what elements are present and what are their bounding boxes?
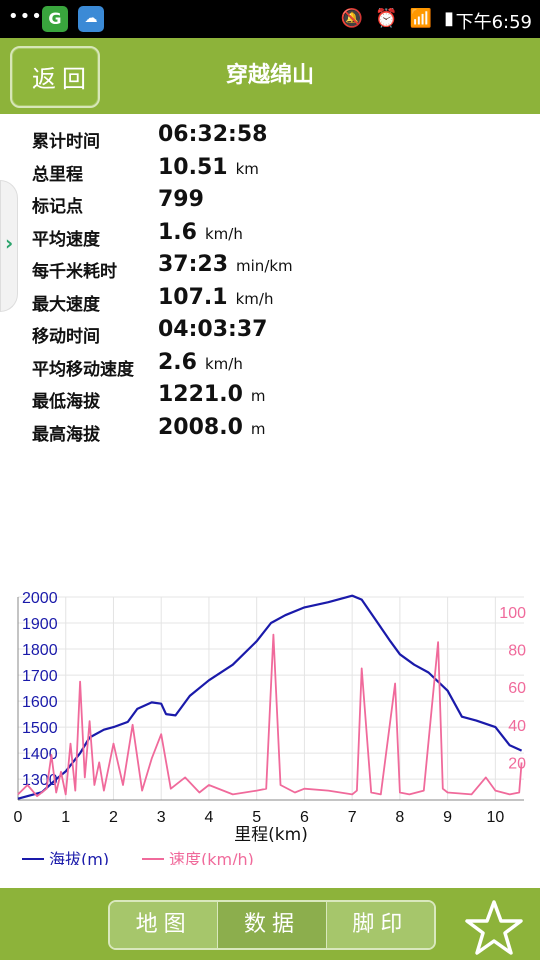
stat-value: 37:23 min/km	[158, 252, 293, 277]
back-button-label: 返回	[32, 65, 92, 93]
y-left-tick-label: 1900	[22, 616, 58, 633]
y-right-tick-label: 80	[508, 643, 526, 660]
x-tick-label: 1	[61, 809, 70, 826]
y-right-tick-label: 60	[508, 680, 526, 697]
stat-value: 1.6 km/h	[158, 219, 243, 245]
stat-value: 2008.0 m	[158, 414, 266, 440]
stat-value: 04:03:37	[158, 317, 268, 342]
status-bar: ••• G ☁ 🔕 ⏰ 📶 ▮ 下午6:59	[0, 0, 540, 38]
stat-row: 移动时间 04:03:37	[30, 315, 430, 347]
stat-label: 总里程	[32, 164, 83, 185]
legend-label: 速度(km/h)	[169, 850, 254, 865]
bottom-bar: 地图 数据 脚印	[0, 888, 540, 960]
side-drawer-handle[interactable]: ›	[0, 180, 18, 312]
stat-label: 最高海拔	[32, 424, 100, 445]
stat-value: 107.1 km/h	[158, 284, 274, 310]
x-tick-label: 7	[348, 809, 357, 826]
x-tick-label: 9	[443, 809, 452, 826]
y-left-tick-label: 2000	[22, 590, 58, 607]
system-icons: 🔕 ⏰ 📶 ▮	[341, 8, 454, 29]
stat-row: 最高海拔 2008.0 m	[30, 413, 430, 445]
stat-label: 标记点	[32, 197, 83, 217]
stat-value: 06:32:58	[158, 122, 268, 147]
chevron-right-icon: ›	[5, 231, 14, 255]
y-right-tick-label: 100	[499, 605, 526, 622]
x-tick-label: 8	[395, 809, 404, 826]
tab-footprint[interactable]: 脚印	[326, 902, 434, 948]
x-axis-label: 里程(km)	[234, 825, 308, 845]
tab-bar: 地图 数据 脚印	[108, 900, 436, 950]
app-header: 穿越绵山 返回	[0, 38, 540, 114]
stat-value: 2.6 km/h	[158, 349, 243, 375]
x-tick-label: 2	[109, 809, 118, 826]
y-right-tick-label: 40	[508, 718, 526, 735]
y-left-tick-label: 1500	[22, 720, 58, 737]
stat-label: 平均速度	[32, 229, 100, 250]
stat-label: 最低海拔	[32, 392, 100, 412]
back-button[interactable]: 返回	[10, 46, 100, 108]
star-favorite-icon[interactable]	[464, 898, 524, 958]
stat-row: 每千米耗时 37:23 min/km	[30, 250, 430, 282]
tab-map[interactable]: 地图	[110, 902, 219, 948]
x-tick-label: 5	[252, 809, 261, 826]
stat-label: 平均移动速度	[32, 359, 134, 380]
stat-row: 平均移动速度 2.6 km/h	[30, 348, 430, 380]
more-notifications-icon: •••	[8, 6, 43, 27]
stat-row: 最大速度 107.1 km/h	[30, 283, 430, 315]
battery-icon: ▮	[444, 8, 454, 29]
legend-label: 海拔(m)	[49, 850, 109, 865]
stat-value: 799	[158, 187, 204, 212]
x-tick-label: 10	[486, 809, 504, 826]
app-notification-icon: G	[42, 6, 68, 32]
alarm-icon: ⏰	[375, 8, 398, 29]
clock: 下午6:59	[455, 12, 532, 33]
stat-label: 最大速度	[32, 294, 100, 315]
stat-row: 最低海拔 1221.0 m	[30, 380, 430, 412]
x-tick-label: 0	[14, 809, 23, 826]
weather-notification-icon: ☁	[78, 6, 104, 32]
stat-value: 10.51 km	[158, 154, 259, 180]
stat-row: 平均速度 1.6 km/h	[30, 218, 430, 250]
x-tick-label: 6	[300, 809, 309, 826]
y-left-tick-label: 1600	[22, 694, 58, 711]
mute-icon: 🔕	[340, 8, 364, 29]
wifi-icon: 📶	[409, 8, 433, 29]
stat-row: 累计时间 06:32:58	[30, 120, 430, 152]
stat-value: 1221.0 m	[158, 382, 266, 407]
y-left-tick-label: 1800	[22, 642, 58, 659]
elevation-speed-chart: 0 1 2 3 4 5 6 7 8 9 101300140015001600170018001900…	[14, 590, 527, 865]
x-tick-label: 4	[204, 809, 213, 826]
stat-row: 总里程 10.51 km	[30, 153, 430, 185]
tab-data[interactable]: 数据	[218, 902, 327, 948]
stat-label: 每千米耗时	[32, 262, 117, 282]
y-left-tick-label: 1700	[22, 668, 58, 685]
stat-label: 累计时间	[32, 132, 100, 152]
stat-row: 标记点 799	[30, 185, 430, 217]
stat-label: 移动时间	[32, 327, 100, 347]
y-right-tick-label: 20	[508, 755, 526, 772]
x-tick-label: 3	[157, 809, 166, 826]
speed-series-line	[17, 633, 523, 798]
y-left-tick-label: 1300	[22, 772, 58, 789]
